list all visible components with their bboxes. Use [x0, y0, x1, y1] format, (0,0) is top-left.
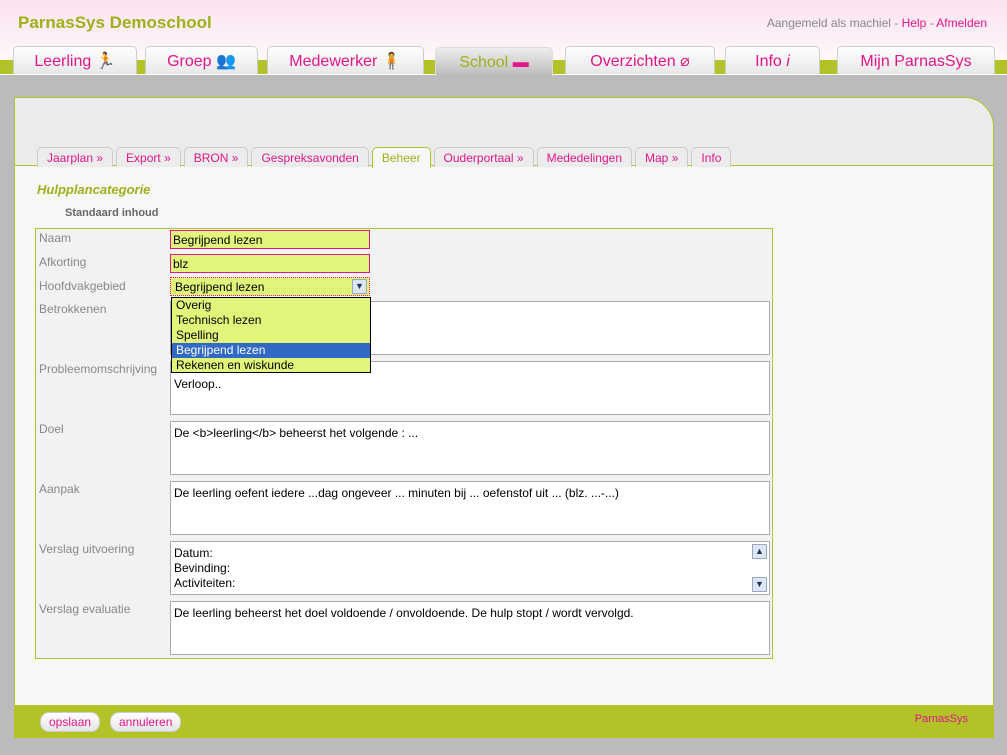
scroll-down-icon[interactable]: ▼ — [752, 577, 767, 592]
info-icon: i — [786, 53, 790, 70]
group-icon: 👥 — [216, 53, 236, 70]
tab-overzichten[interactable]: Overzichten ⌀ — [565, 46, 715, 74]
dropdown-list: Overig Technisch lezen Spelling Begrijpe… — [171, 297, 371, 373]
subtab-gespreksavonden[interactable]: Gespreksavonden — [251, 147, 369, 167]
tab-groep[interactable]: Groep 👥 — [145, 46, 258, 74]
tab-medewerker[interactable]: Medewerker 🧍 — [267, 46, 424, 74]
paperclip-icon: ⌀ — [680, 53, 690, 70]
school-name: ParnasSys Demoschool — [18, 13, 212, 32]
aanpak-textarea[interactable]: De leerling oefent iedere ...dag ongevee… — [170, 481, 770, 535]
hoofdvakgebied-label: Hoofdvakgebied — [39, 279, 126, 293]
form: Naam Begrijpend lezen Afkorting blz Hoof… — [35, 228, 773, 659]
logout-link[interactable]: Afmelden — [936, 16, 987, 30]
subtab-map[interactable]: Map » — [635, 147, 689, 167]
runner-icon: 🏃 — [95, 53, 116, 70]
afkorting-input[interactable]: blz — [170, 254, 370, 273]
section-title: Standaard inhoud — [65, 207, 159, 219]
save-button[interactable]: opslaan — [40, 712, 101, 732]
parnassys-logo: ParnasSys — [914, 713, 968, 725]
evaluatie-textarea[interactable]: De leerling beheerst het doel voldoende … — [170, 601, 770, 655]
person-icon: 🧍 — [381, 53, 402, 70]
scroll-up-icon[interactable]: ▲ — [752, 544, 767, 559]
footer: opslaan annuleren ParnasSys — [15, 705, 993, 737]
option-technisch-lezen[interactable]: Technisch lezen — [172, 313, 370, 328]
naam-input[interactable]: Begrijpend lezen — [170, 230, 370, 249]
subtab-beheer[interactable]: Beheer — [371, 147, 431, 168]
hoofdvakgebied-select[interactable]: Begrijpend lezen ▼ — [170, 277, 370, 296]
tab-leerling[interactable]: Leerling 🏃 — [13, 46, 137, 74]
subtab-bron[interactable]: BRON » — [183, 147, 249, 167]
aanpak-label: Aanpak — [39, 482, 80, 496]
option-overig[interactable]: Overig — [172, 298, 370, 313]
doel-label: Doel — [39, 422, 64, 436]
tab-mijn-parnassys[interactable]: Mijn ParnasSys — [837, 46, 995, 74]
subtab-ouderportaal[interactable]: Ouderportaal » — [433, 147, 534, 167]
subtab-export[interactable]: Export » — [116, 147, 181, 167]
uitvoering-textarea[interactable]: Datum: Bevinding: Activiteiten: ▲ ▼ — [170, 541, 770, 595]
betrokkenen-label: Betrokkenen — [39, 302, 107, 316]
page-title: Hulpplancategorie — [37, 182, 151, 197]
login-info: Aangemeld als machiel - Help - Afmelden — [766, 16, 987, 30]
subtab-jaarplan[interactable]: Jaarplan » — [37, 147, 114, 167]
chevron-down-icon[interactable]: ▼ — [352, 279, 367, 294]
naam-label: Naam — [39, 231, 72, 245]
tab-school[interactable]: School ▬ — [435, 47, 553, 76]
sub-tabs: Jaarplan » Export » BRON » Gespreksavond… — [37, 147, 732, 168]
doel-textarea[interactable]: De <b>leerling</b> beheerst het volgende… — [170, 421, 770, 475]
probleem-label: Probleemomschrijving — [39, 362, 158, 376]
evaluatie-label: Verslag evaluatie — [39, 602, 131, 616]
content-panel: Jaarplan » Export » BRON » Gespreksavond… — [14, 97, 994, 738]
help-link[interactable]: Help — [902, 16, 927, 30]
school-icon: ▬ — [512, 54, 529, 71]
option-begrijpend-lezen[interactable]: Begrijpend lezen — [172, 343, 370, 358]
cancel-button[interactable]: annuleren — [110, 712, 182, 732]
afkorting-label: Afkorting — [39, 255, 87, 269]
subtab-mededelingen[interactable]: Mededelingen — [536, 147, 633, 167]
uitvoering-label: Verslag uitvoering — [39, 542, 135, 556]
option-rekenen-en-wiskunde[interactable]: Rekenen en wiskunde — [172, 358, 370, 373]
tab-info[interactable]: Info i — [725, 46, 820, 74]
option-spelling[interactable]: Spelling — [172, 328, 370, 343]
subtab-info[interactable]: Info — [691, 147, 732, 167]
